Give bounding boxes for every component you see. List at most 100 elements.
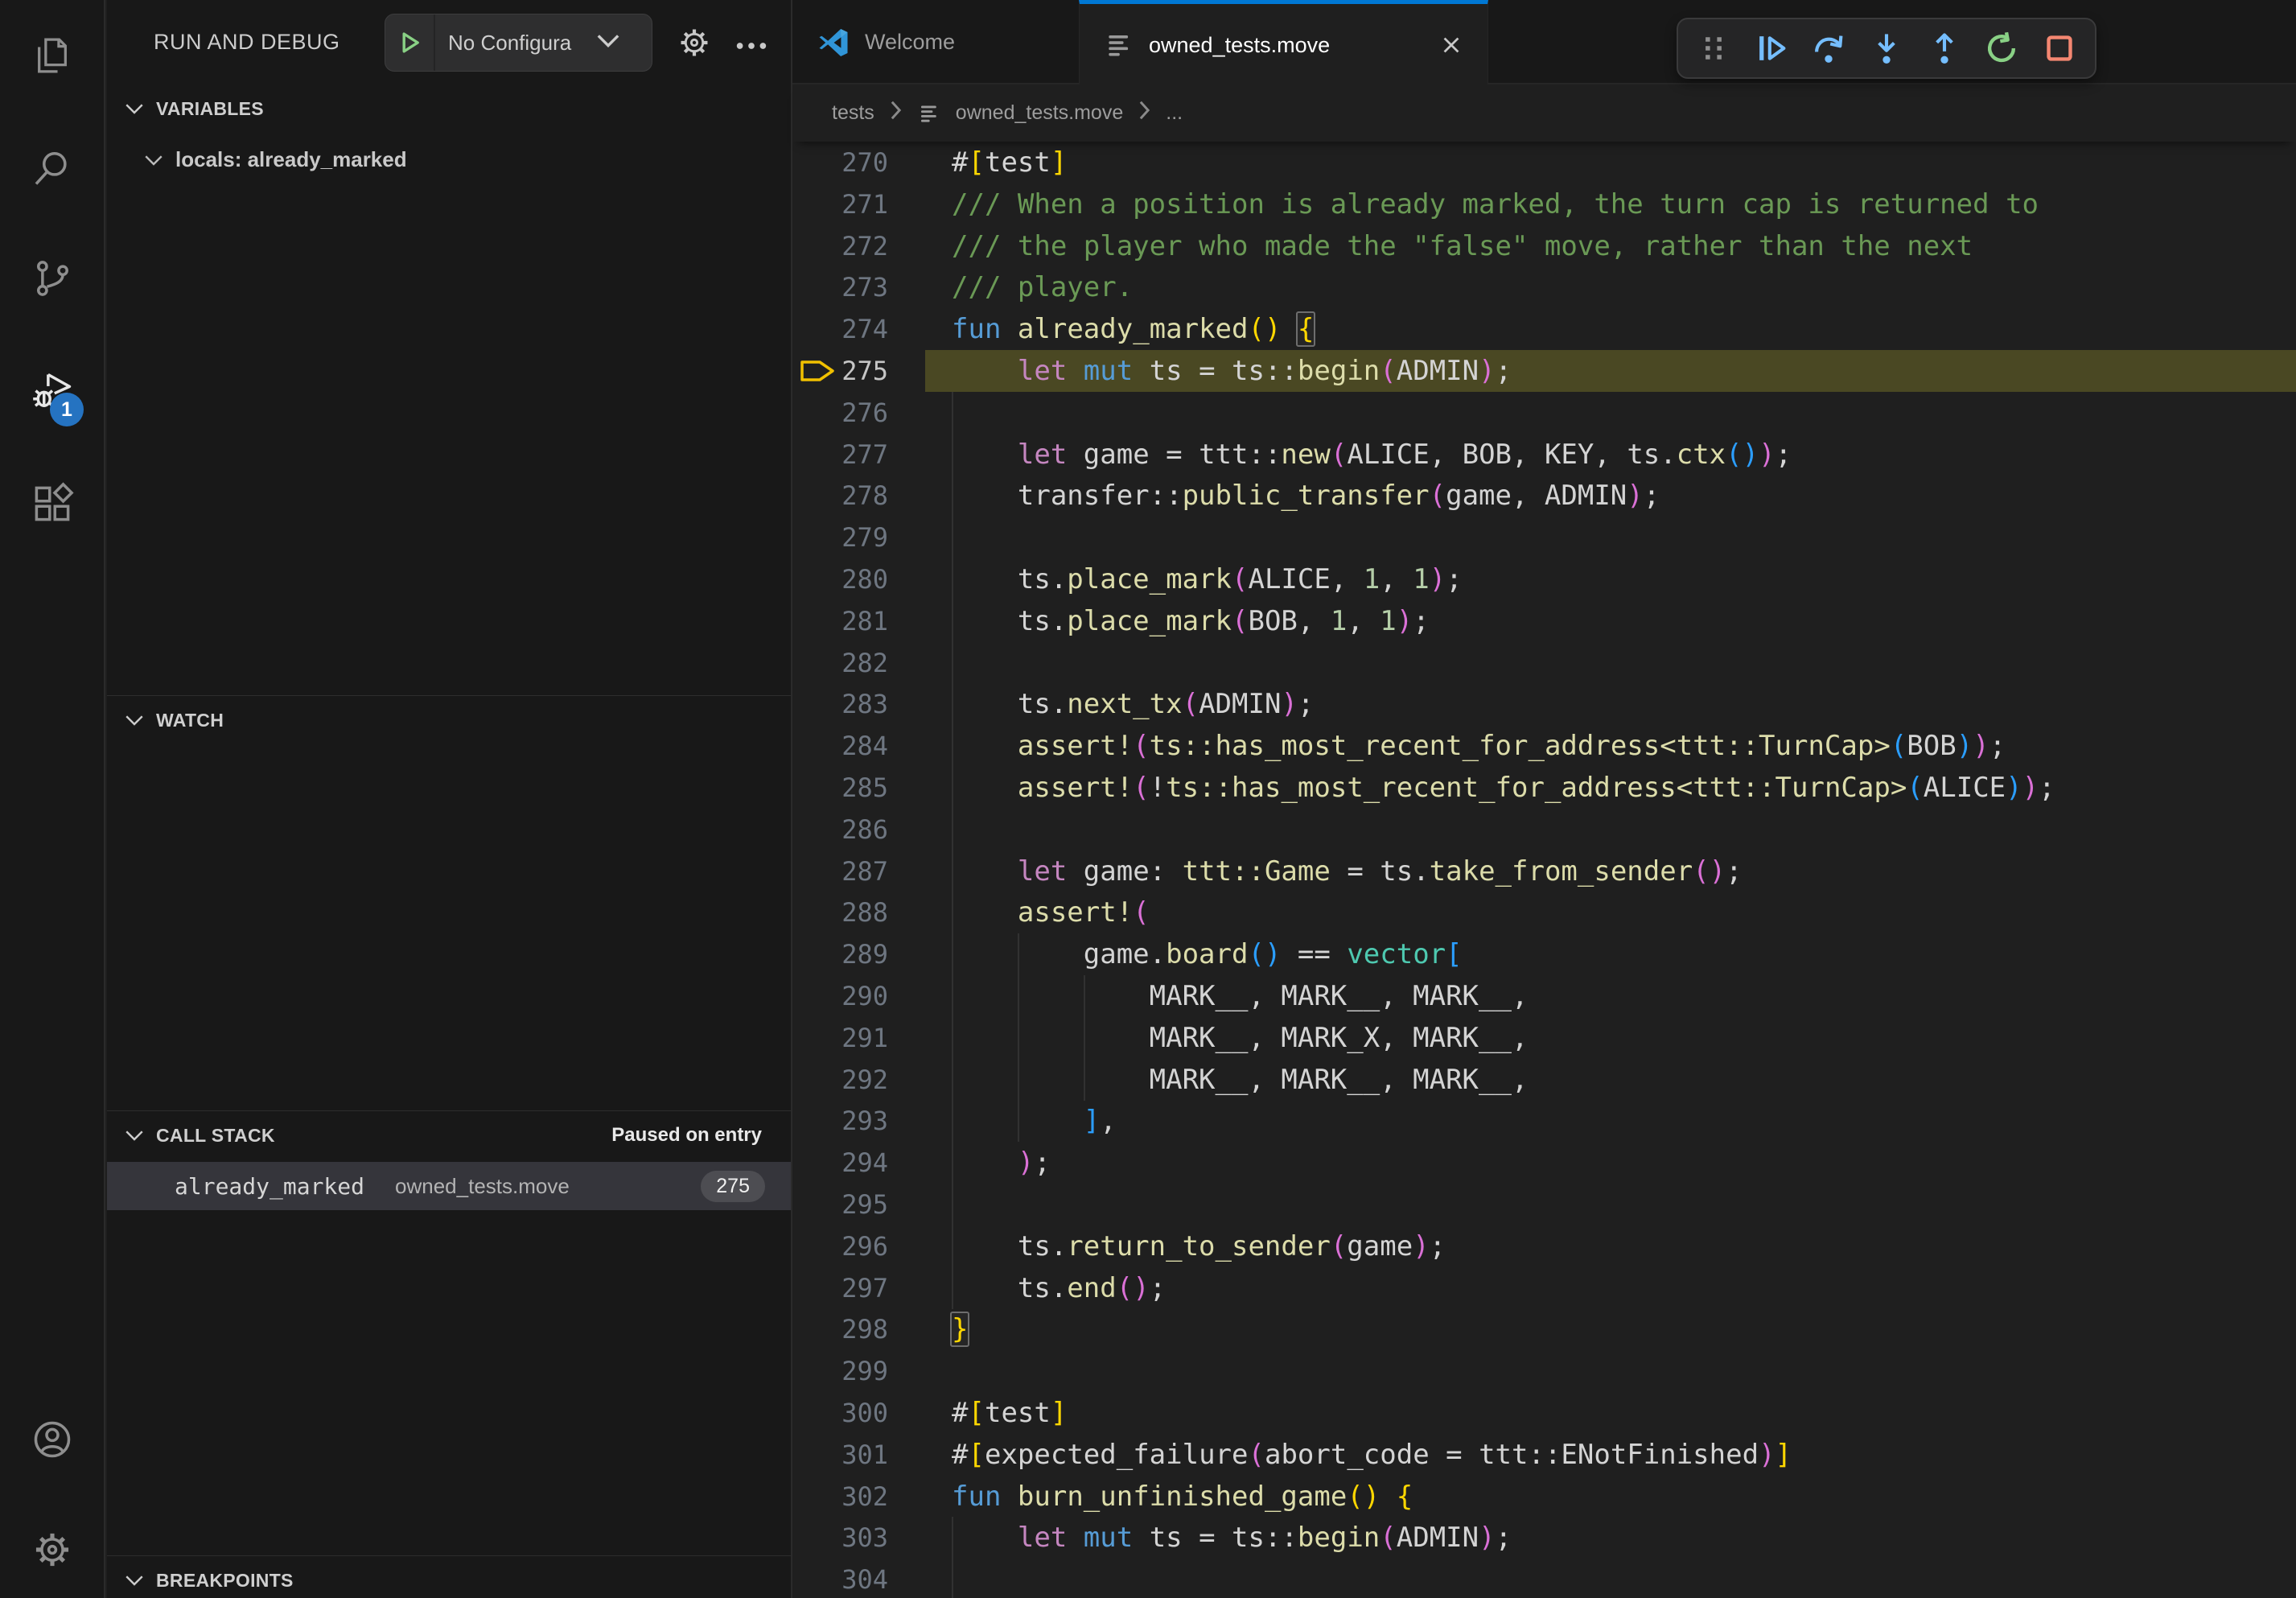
code-text[interactable]: assert!(ts::has_most_recent_for_address<… [925, 725, 2296, 767]
line-number[interactable]: 300 [792, 1392, 925, 1434]
code-text[interactable]: let mut ts = ts::begin(ADMIN); [925, 1517, 2296, 1559]
line-number[interactable]: 280 [792, 558, 925, 600]
code-line-284[interactable]: 284 assert!(ts::has_most_recent_for_addr… [792, 725, 2296, 767]
code-text[interactable]: assert!(!ts::has_most_recent_for_address… [925, 767, 2296, 809]
line-number[interactable]: 294 [792, 1142, 925, 1184]
code-text[interactable]: fun burn_unfinished_game() { [925, 1476, 2296, 1518]
line-number[interactable]: 301 [792, 1434, 925, 1476]
code-text[interactable]: #[test] [925, 142, 2296, 183]
line-number[interactable]: 283 [792, 683, 925, 725]
line-number[interactable]: 304 [792, 1559, 925, 1598]
code-line-285[interactable]: 285 assert!(!ts::has_most_recent_for_add… [792, 767, 2296, 809]
code-line-293[interactable]: 293 ], [792, 1100, 2296, 1142]
line-number[interactable]: 289 [792, 933, 925, 975]
line-number[interactable]: 284 [792, 725, 925, 767]
code-text[interactable]: #[expected_failure(abort_code = ttt::ENo… [925, 1434, 2296, 1476]
line-number[interactable]: 285 [792, 767, 925, 809]
variables-scope-locals[interactable]: locals: already_marked [107, 138, 791, 180]
code-text[interactable] [925, 1559, 2296, 1598]
line-number[interactable]: 282 [792, 642, 925, 684]
explorer-icon[interactable] [30, 33, 75, 78]
code-editor[interactable]: 270#[test]271/// When a position is alre… [792, 0, 2296, 1598]
code-text[interactable]: assert!( [925, 892, 2296, 933]
code-text[interactable]: } [925, 1308, 2296, 1350]
step-into-icon[interactable] [1866, 27, 1907, 69]
code-line-301[interactable]: 301#[expected_failure(abort_code = ttt::… [792, 1434, 2296, 1476]
code-text[interactable]: ts.next_tx(ADMIN); [925, 683, 2296, 725]
restart-icon[interactable] [1981, 27, 2022, 69]
code-line-292[interactable]: 292 MARK__, MARK__, MARK__, [792, 1059, 2296, 1101]
code-text[interactable]: ts.place_mark(BOB, 1, 1); [925, 600, 2296, 642]
call-stack-frame-row[interactable]: already_marked owned_tests.move 275 [107, 1162, 791, 1210]
line-number[interactable]: 286 [792, 809, 925, 850]
line-number[interactable]: 271 [792, 183, 925, 225]
code-text[interactable]: MARK__, MARK__, MARK__, [925, 1059, 2296, 1101]
line-number[interactable]: 287 [792, 850, 925, 892]
code-text[interactable]: ts.place_mark(ALICE, 1, 1); [925, 558, 2296, 600]
start-debugging-icon[interactable] [385, 29, 434, 56]
code-text[interactable]: /// player. [925, 266, 2296, 308]
line-number[interactable]: 281 [792, 600, 925, 642]
breadcrumb-folder[interactable]: tests [832, 101, 874, 125]
stop-icon[interactable] [2039, 27, 2080, 69]
code-line-275[interactable]: 275 let mut ts = ts::begin(ADMIN); [792, 350, 2296, 392]
code-line-299[interactable]: 299 [792, 1350, 2296, 1392]
line-number[interactable]: 303 [792, 1517, 925, 1559]
line-number[interactable]: 274 [792, 308, 925, 350]
line-number[interactable]: 273 [792, 266, 925, 308]
code-text[interactable] [925, 392, 2296, 434]
code-line-273[interactable]: 273/// player. [792, 266, 2296, 308]
code-line-281[interactable]: 281 ts.place_mark(BOB, 1, 1); [792, 600, 2296, 642]
search-icon[interactable] [30, 146, 75, 191]
line-number[interactable]: 278 [792, 475, 925, 517]
line-number[interactable]: 290 [792, 975, 925, 1017]
views-more-actions-icon[interactable] [733, 27, 770, 64]
line-number[interactable]: 295 [792, 1184, 925, 1225]
code-line-283[interactable]: 283 ts.next_tx(ADMIN); [792, 683, 2296, 725]
line-number[interactable]: 277 [792, 434, 925, 476]
code-line-294[interactable]: 294 ); [792, 1142, 2296, 1184]
code-line-277[interactable]: 277 let game = ttt::new(ALICE, BOB, KEY,… [792, 434, 2296, 476]
code-text[interactable]: ts.return_to_sender(game); [925, 1225, 2296, 1267]
line-number[interactable]: 298 [792, 1308, 925, 1350]
line-number[interactable]: 272 [792, 225, 925, 267]
code-line-278[interactable]: 278 transfer::public_transfer(game, ADMI… [792, 475, 2296, 517]
code-text[interactable] [925, 1350, 2296, 1392]
code-line-298[interactable]: 298} [792, 1308, 2296, 1350]
code-line-289[interactable]: 289 game.board() == vector[ [792, 933, 2296, 975]
code-line-302[interactable]: 302fun burn_unfinished_game() { [792, 1476, 2296, 1518]
code-line-279[interactable]: 279 [792, 517, 2296, 558]
line-number[interactable]: 296 [792, 1225, 925, 1267]
code-line-300[interactable]: 300#[test] [792, 1392, 2296, 1434]
code-text[interactable]: transfer::public_transfer(game, ADMIN); [925, 475, 2296, 517]
code-line-288[interactable]: 288 assert!( [792, 892, 2296, 933]
watch-section-header[interactable]: WATCH [107, 702, 791, 739]
line-number[interactable]: 276 [792, 392, 925, 434]
continue-icon[interactable] [1751, 27, 1792, 69]
code-line-286[interactable]: 286 [792, 809, 2296, 850]
line-number[interactable]: 291 [792, 1017, 925, 1059]
code-line-290[interactable]: 290 MARK__, MARK__, MARK__, [792, 975, 2296, 1017]
code-text[interactable] [925, 517, 2296, 558]
code-text[interactable] [925, 809, 2296, 850]
code-line-270[interactable]: 270#[test] [792, 142, 2296, 183]
line-number[interactable]: 297 [792, 1267, 925, 1309]
code-line-287[interactable]: 287 let game: ttt::Game = ts.take_from_s… [792, 850, 2296, 892]
step-over-icon[interactable] [1808, 27, 1850, 69]
line-number[interactable]: 293 [792, 1100, 925, 1142]
code-line-291[interactable]: 291 MARK__, MARK_X, MARK__, [792, 1017, 2296, 1059]
code-line-295[interactable]: 295 [792, 1184, 2296, 1225]
code-text[interactable]: #[test] [925, 1392, 2296, 1434]
code-line-303[interactable]: 303 let mut ts = ts::begin(ADMIN); [792, 1517, 2296, 1559]
call-stack-section-header[interactable]: CALL STACK Paused on entry [107, 1117, 791, 1154]
debug-settings-gear-icon[interactable] [676, 24, 713, 61]
line-number[interactable]: 270 [792, 142, 925, 183]
line-number[interactable]: 292 [792, 1059, 925, 1101]
code-text[interactable]: let game = ttt::new(ALICE, BOB, KEY, ts.… [925, 434, 2296, 476]
code-text[interactable]: ], [925, 1100, 2296, 1142]
code-text[interactable]: /// the player who made the "false" move… [925, 225, 2296, 267]
breadcrumb-symbol-ellipsis[interactable]: ... [1166, 101, 1183, 125]
code-text[interactable]: /// When a position is already marked, t… [925, 183, 2296, 225]
code-line-272[interactable]: 272/// the player who made the "false" m… [792, 225, 2296, 267]
breakpoints-section-header[interactable]: BREAKPOINTS [107, 1562, 791, 1598]
